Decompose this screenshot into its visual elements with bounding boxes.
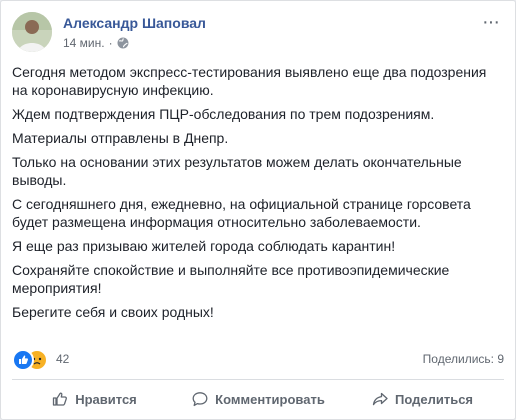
post-paragraph: Сохраняйте спокойствие и выполняйте все … xyxy=(12,262,450,296)
share-icon xyxy=(372,392,388,406)
post-paragraph: Ждем подтверждения ПЦР-обследования по т… xyxy=(12,106,435,122)
post-paragraph: Я еще раз призываю жителей города соблюд… xyxy=(12,238,396,254)
post-content: Сегодня методом экспресс-тестирования вы… xyxy=(12,63,498,327)
reactions-count[interactable]: 42 xyxy=(56,352,69,366)
comment-icon xyxy=(192,392,208,407)
like-reaction-icon[interactable] xyxy=(12,349,34,371)
post-card: Александр Шаповал 14 мин. · ··· Сегодня … xyxy=(0,0,516,420)
post-paragraph: Берегите себя и своих родных! xyxy=(12,304,214,320)
comment-button[interactable]: Комментировать xyxy=(176,383,340,415)
shares-count[interactable]: Поделились: 9 xyxy=(423,352,504,366)
more-icon[interactable]: ··· xyxy=(482,12,502,32)
like-icon xyxy=(53,392,68,406)
divider xyxy=(12,379,504,380)
post-time[interactable]: 14 мин. xyxy=(63,36,105,50)
like-label: Нравится xyxy=(75,391,137,407)
author-name[interactable]: Александр Шаповал xyxy=(63,15,206,31)
post-meta: 14 мин. · xyxy=(63,36,129,50)
share-button[interactable]: Поделиться xyxy=(340,383,504,415)
post-header: Александр Шаповал 14 мин. · ··· xyxy=(12,12,502,56)
share-label: Поделиться xyxy=(394,391,474,407)
reactions-bar: 42 Поделились: 9 xyxy=(12,349,504,371)
comment-label: Комментировать xyxy=(215,391,325,407)
avatar[interactable] xyxy=(12,12,52,52)
post-paragraph: С сегодняшнего дня, ежедневно, на официа… xyxy=(12,196,471,230)
post-paragraph: Только на основании этих результатов мож… xyxy=(12,154,462,188)
post-paragraph: Материалы отправлены в Днепр. xyxy=(12,130,229,146)
action-bar: Нравится Комментировать Поделиться xyxy=(12,383,504,415)
post-paragraph: Сегодня методом экспресс-тестирования вы… xyxy=(12,64,487,98)
globe-icon xyxy=(117,37,129,49)
separator: · xyxy=(108,36,113,50)
like-button[interactable]: Нравится xyxy=(12,383,176,415)
